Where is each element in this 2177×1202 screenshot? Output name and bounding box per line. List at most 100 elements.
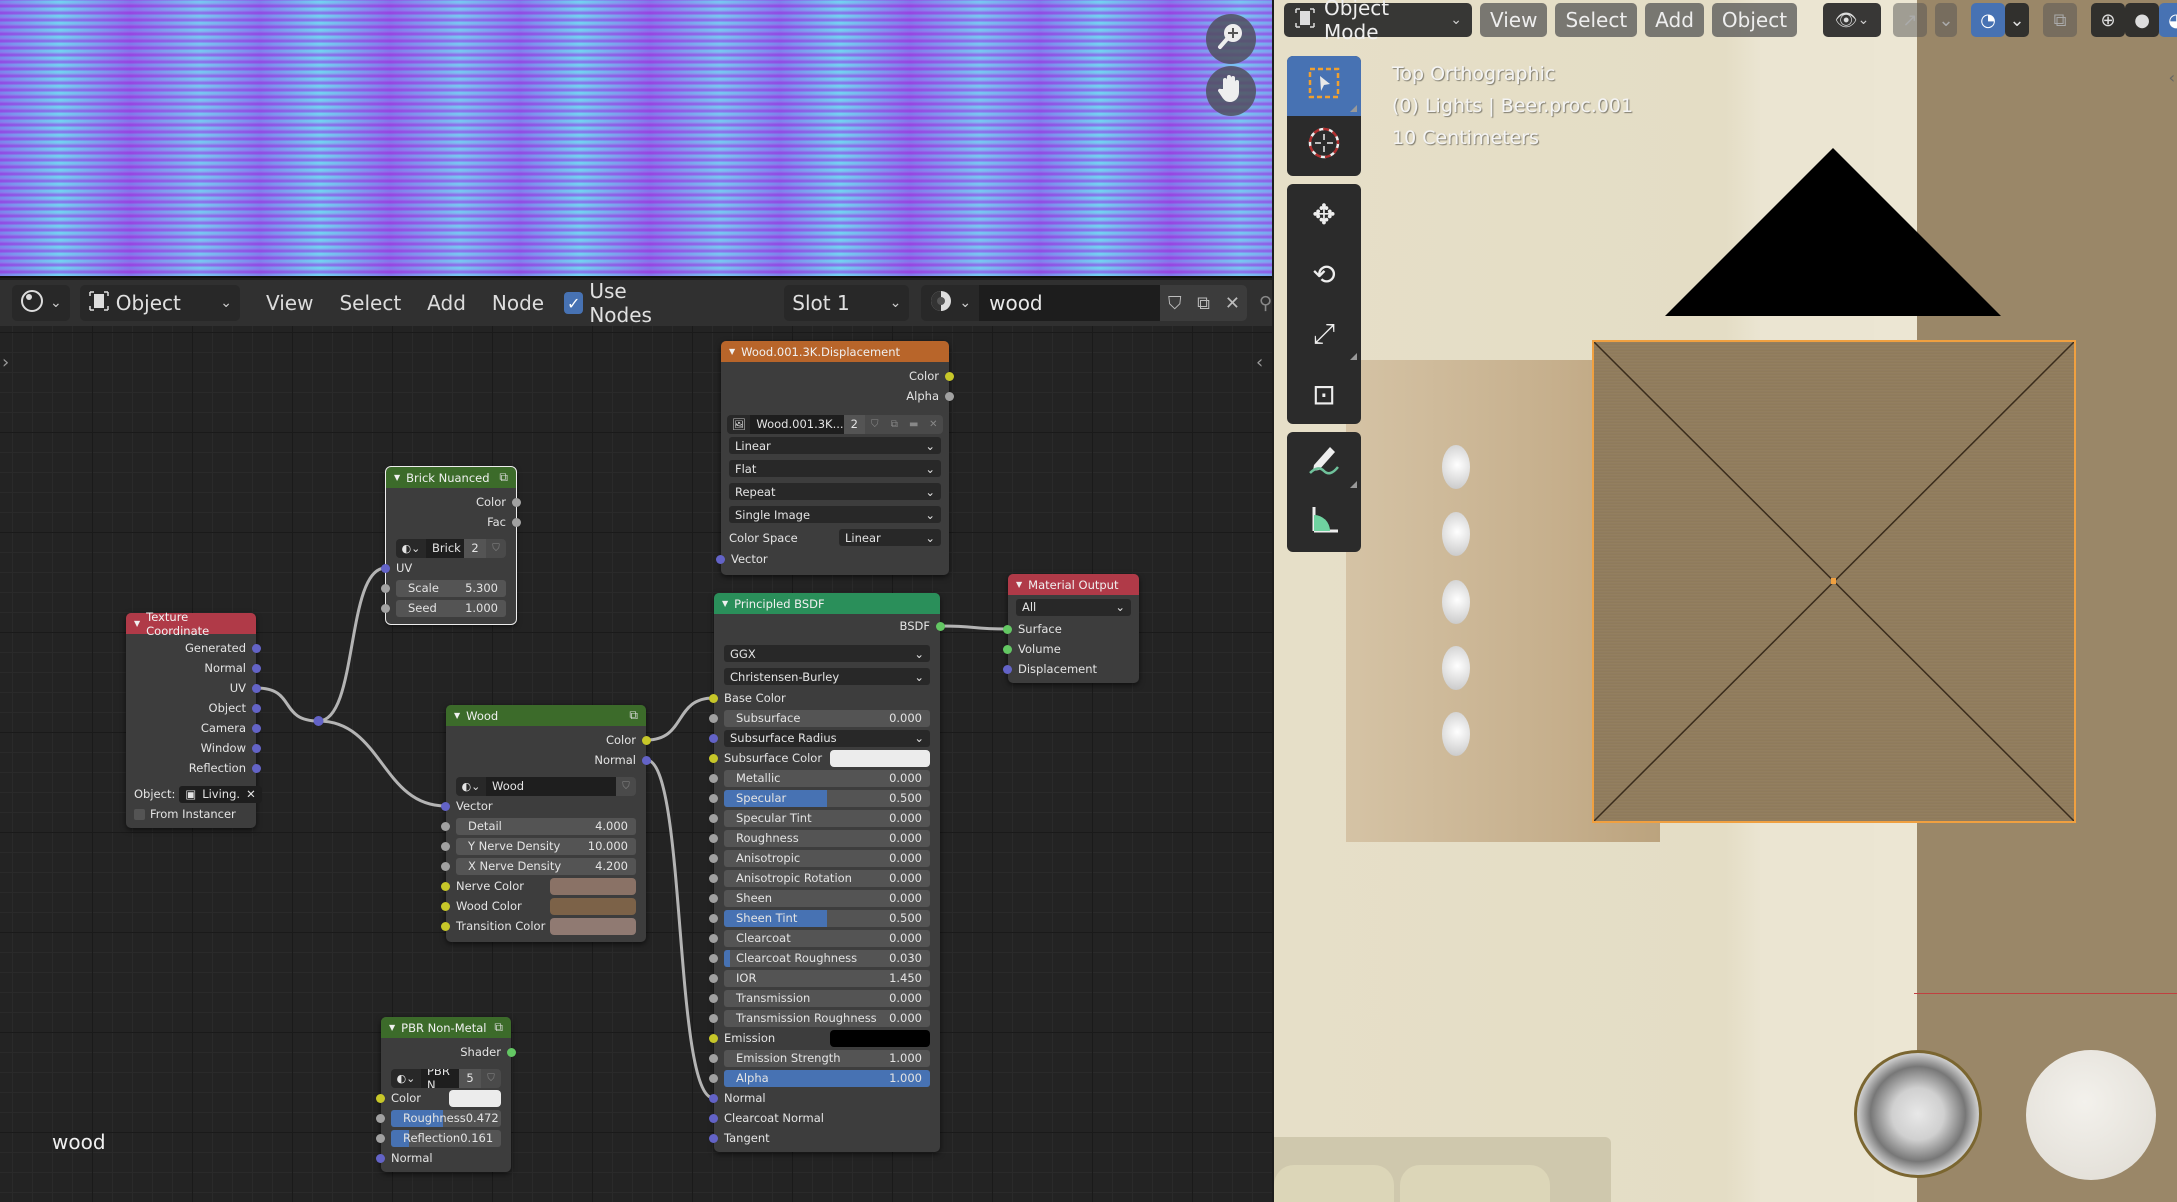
node-editor-canvas[interactable]: › ‹ ▼ Wood.001.3K.Displacement Color Alp… [0,326,1272,1202]
object-type-dropdown[interactable]: Object ⌄ [79,285,240,321]
color-space-dropdown[interactable]: Linear ⌄ [839,529,941,546]
socket[interactable] [376,1133,385,1143]
node-group-icon[interactable]: ⧉ [499,470,508,485]
slider-field[interactable]: Anisotropic Rotation 0.000 [724,869,930,887]
node-pbr-non-metal[interactable]: ▼ PBR Non-Metal ⧉ Shader ◐⌄ PBR N 5 ⛉ Co… [376,1017,516,1172]
socket[interactable] [709,993,718,1003]
value-field[interactable]: X Nerve Density 4.200 [456,857,636,875]
slot-dropdown[interactable]: Slot 1 ⌄ [784,285,910,321]
link-reroute-to-brick-uv[interactable] [318,566,386,723]
tool-measure[interactable] [1287,492,1361,552]
user-count[interactable]: 2 [464,538,486,558]
node-tree-icon[interactable]: ◐⌄ [456,776,486,796]
distribution-dropdown[interactable]: GGX ⌄ [714,642,940,665]
slider-field[interactable]: Clearcoat Roughness 0.030 [724,949,930,967]
slider-field[interactable]: Alpha 1.000 [724,1069,930,1087]
image-name[interactable]: Wood.001.3K... [750,414,844,434]
node-wood[interactable]: ▼ Wood ⧉ Color Normal ◐⌄ Wood ⛉ Vector D… [441,705,651,942]
pan-button[interactable] [1206,66,1256,116]
shield-icon[interactable]: ⛉ [486,538,506,558]
socket[interactable] [709,853,718,863]
user-count[interactable]: 5 [459,1068,481,1088]
link-wood-normal-to-bsdf-normal[interactable] [646,758,714,1100]
checkbox-unchecked-icon[interactable] [134,808,145,820]
projection-dropdown[interactable]: Flat ⌄ [721,457,949,480]
light-object[interactable] [1442,445,1470,489]
socket[interactable] [709,733,718,743]
socket[interactable] [709,813,718,823]
link-uv-to-reroute[interactable] [256,686,319,723]
menu-view[interactable]: View [256,285,323,321]
socket[interactable] [381,583,390,593]
color-swatch[interactable] [550,877,636,895]
collapse-triangle-icon[interactable]: ▼ [134,619,140,628]
checkbox-checked-icon[interactable]: ✓ [564,292,584,314]
overlays-dropdown[interactable]: ⌄ [2005,3,2030,37]
tool-select-box[interactable] [1287,56,1361,116]
triangle-object[interactable] [1665,148,2001,316]
user-count[interactable]: 2 [843,414,866,434]
menu-add[interactable]: Add [417,285,476,321]
image-icon[interactable]: 🖼 [727,414,751,434]
source-dropdown[interactable]: Single Image ⌄ [721,503,949,526]
extension-dropdown[interactable]: Repeat ⌄ [721,480,949,503]
socket[interactable] [709,893,718,903]
slider-field[interactable]: Emission Strength 1.000 [724,1049,930,1067]
sofa-object[interactable] [1274,1137,1611,1202]
shield-icon[interactable]: ⛉ [865,414,885,434]
socket[interactable] [709,1133,718,1143]
node-texture-coordinate[interactable]: ▼ Texture Coordinate Generated Normal UV Ob… [126,610,262,828]
socket[interactable] [1003,644,1012,654]
node-tree-icon[interactable]: ◐⌄ [391,1068,421,1088]
light-object[interactable] [1442,712,1470,756]
socket[interactable] [709,1053,718,1063]
object-picker[interactable]: ▣ Living. ✕ [179,785,262,803]
socket[interactable] [381,563,390,573]
socket[interactable] [1003,664,1012,674]
socket[interactable] [709,973,718,983]
socket[interactable] [945,371,954,381]
slider-field[interactable]: Transmission Roughness 0.000 [724,1009,930,1027]
visibility-dropdown[interactable]: 👁 ⌄ [1823,3,1882,37]
expand-right-icon[interactable]: ‹ [1256,352,1263,373]
fake-user-button[interactable]: ⛉ [1160,285,1190,321]
socket[interactable] [709,833,718,843]
socket[interactable] [709,1073,718,1083]
scale-field[interactable]: Scale 5.300 [396,579,506,597]
socket[interactable] [709,773,718,783]
unlink-material-button[interactable]: ✕ [1217,285,1247,321]
slider-field[interactable]: Clearcoat 0.000 [724,929,930,947]
light-object[interactable] [1442,580,1470,624]
color-swatch[interactable] [550,917,636,935]
socket[interactable] [709,953,718,963]
reroute-node[interactable] [313,716,324,726]
node-header[interactable]: ▼ Wood ⧉ [446,705,646,726]
socket[interactable] [709,1113,718,1123]
socket[interactable] [709,913,718,923]
node-group-icon[interactable]: ⧉ [629,708,638,723]
color-swatch[interactable] [830,1029,930,1047]
image-preview[interactable] [0,0,1272,278]
copy-icon[interactable]: ⧉ [884,414,905,434]
slider-field[interactable]: Specular Tint 0.000 [724,809,930,827]
node-header[interactable]: ▼ Material Output [1008,574,1139,595]
color-swatch[interactable] [449,1089,501,1107]
3d-viewport[interactable]: Object Mode ⌄ View Select Add Object 👁 ⌄ … [1274,0,2177,1202]
node-material-output[interactable]: ▼ Material Output All ⌄ Surface Volume Di… [1003,574,1139,683]
link-reroute-to-wood-vector[interactable] [318,719,446,808]
group-name[interactable]: Brick [426,538,464,558]
socket[interactable] [252,663,261,673]
socket[interactable] [642,735,651,745]
node-tree-icon[interactable]: ◐⌄ [396,538,426,558]
socket[interactable] [376,1113,385,1123]
collapse-triangle-icon[interactable]: ▼ [722,599,728,608]
selected-table-object[interactable] [1592,340,2076,823]
socket[interactable] [512,497,521,507]
socket[interactable] [709,693,718,703]
shading-wireframe[interactable]: ⊕ [2091,3,2126,37]
shield-icon[interactable]: ⛉ [616,776,636,796]
group-name[interactable]: Wood [486,776,616,796]
tool-scale[interactable]: ⤢ [1287,304,1361,364]
socket[interactable] [252,703,261,713]
socket[interactable] [376,1093,385,1103]
